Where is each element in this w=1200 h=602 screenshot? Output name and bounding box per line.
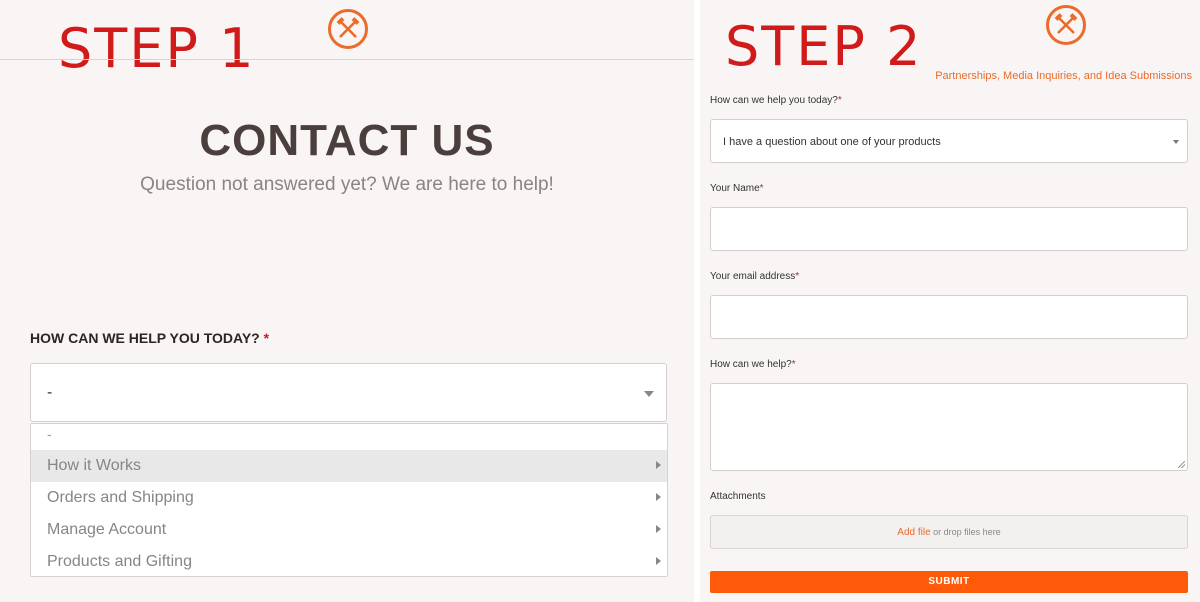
step1-label: STEP 1 (58, 17, 256, 80)
submit-button[interactable]: SUBMIT (710, 571, 1188, 593)
message-field-label: How can we help?* (710, 359, 796, 370)
name-field-label-text: Your Name (710, 183, 760, 194)
help-field-label: HOW CAN WE HELP YOU TODAY? * (30, 330, 269, 346)
chevron-down-icon (1173, 140, 1179, 144)
chevron-right-icon (656, 461, 661, 469)
step2-panel: STEP 2 Partnerships, Media Inquiries, an… (700, 0, 1200, 602)
help-topic-select[interactable]: - (30, 363, 667, 422)
help-topic-dropdown: - How it Works Orders and Shipping Manag… (30, 423, 668, 577)
resize-handle-icon[interactable] (1178, 461, 1185, 468)
email-field-label: Your email address* (710, 271, 799, 282)
chevron-right-icon (656, 493, 661, 501)
help-topic-select[interactable]: I have a question about one of your prod… (710, 119, 1188, 163)
dropdown-option-label: Products and Gifting (47, 553, 192, 570)
chevron-right-icon (656, 557, 661, 565)
message-textarea[interactable] (710, 383, 1188, 471)
email-field-label-text: Your email address (710, 271, 796, 282)
dropdown-option-products-and-gifting[interactable]: Products and Gifting (31, 546, 667, 578)
required-mark: * (791, 359, 796, 370)
chevron-down-icon (644, 391, 654, 397)
dropdown-option-how-it-works[interactable]: How it Works (31, 450, 667, 482)
step2-label: STEP 2 (725, 15, 923, 78)
header-divider (0, 59, 694, 60)
dropdown-option-manage-account[interactable]: Manage Account (31, 514, 667, 546)
add-file-link[interactable]: Add file (897, 527, 930, 538)
help-field-label-text: HOW CAN WE HELP YOU TODAY? (30, 330, 260, 346)
crossed-hammers-logo-icon[interactable] (1045, 4, 1087, 46)
email-input[interactable] (710, 295, 1188, 339)
dropdown-option-orders-and-shipping[interactable]: Orders and Shipping (31, 482, 667, 514)
drop-files-text: or drop files here (933, 527, 1001, 537)
step1-panel: STEP 1 CONTACT US Question not answered … (0, 0, 694, 602)
dropdown-option-label: Orders and Shipping (47, 489, 194, 506)
name-field-label: Your Name* (710, 183, 764, 194)
partnerships-link[interactable]: Partnerships, Media Inquiries, and Idea … (935, 70, 1192, 82)
help-field-label: How can we help you today?* (710, 95, 842, 106)
chevron-right-icon (656, 525, 661, 533)
dropdown-option-label: Manage Account (47, 521, 167, 538)
required-mark: * (795, 271, 800, 282)
name-input[interactable] (710, 207, 1188, 251)
required-mark: * (263, 330, 270, 346)
attachments-label: Attachments (710, 491, 766, 502)
help-field-label-text: How can we help you today? (710, 95, 838, 106)
attachment-dropzone[interactable]: Add file or drop files here (710, 515, 1188, 549)
page-title: CONTACT US (199, 116, 495, 165)
required-mark: * (837, 95, 842, 106)
dropdown-option-label: How it Works (47, 457, 141, 474)
message-field-label-text: How can we help? (710, 359, 792, 370)
dropdown-option-empty[interactable]: - (47, 426, 52, 442)
page-subtitle: Question not answered yet? We are here t… (140, 174, 554, 195)
help-topic-select-value: I have a question about one of your prod… (723, 136, 941, 148)
help-topic-select-value: - (47, 384, 53, 401)
crossed-hammers-logo-icon[interactable] (327, 8, 369, 50)
required-mark: * (759, 183, 764, 194)
